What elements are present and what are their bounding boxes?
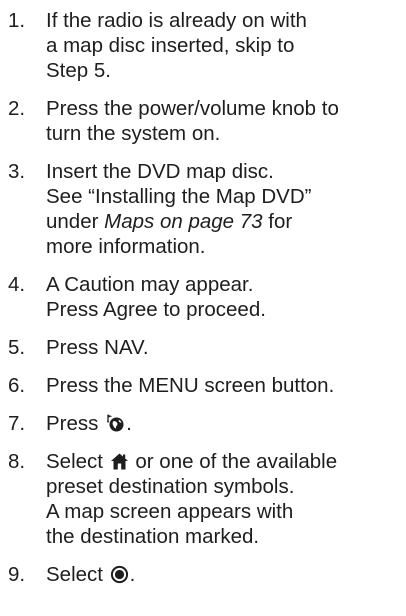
step-text-fragment: Select [46, 563, 109, 586]
step-text: If the radio is already on with a map di… [46, 8, 406, 83]
step-8: 8. Select or one of the available preset… [8, 449, 406, 549]
step-number: 1. [8, 9, 26, 32]
step-text-line: more information. [46, 235, 206, 258]
step-text-line: Press NAV. [46, 336, 149, 359]
step-text-line: preset destination symbols. [46, 475, 295, 498]
step-text-line: Press . [46, 411, 406, 436]
step-4: 4. A Caution may appear. Press Agree to … [8, 272, 406, 322]
home-icon [110, 452, 129, 471]
page-reference-link[interactable]: Maps on page 73 [104, 210, 262, 233]
step-number: 8. [8, 450, 26, 473]
step-text-fragment: . [129, 563, 136, 586]
step-text-line: Select . [46, 562, 406, 587]
step-text-line: Press the power/volume knob to [46, 97, 339, 120]
step-text-line: A map screen appears with [46, 500, 294, 523]
step-text: Select or one of the available preset de… [46, 449, 406, 549]
instruction-page: 1. If the radio is already on with a map… [0, 0, 406, 616]
step-number: 2. [8, 97, 26, 120]
step-number: 6. [8, 374, 26, 397]
step-text: A Caution may appear. Press Agree to pro… [46, 272, 406, 322]
step-text-fragment: Select [46, 450, 109, 473]
target-circle-icon [110, 565, 129, 584]
step-text-fragment: for [262, 210, 293, 233]
step-7: 7. Press . [8, 411, 406, 436]
step-text-fragment: or one of the available [129, 450, 338, 473]
step-text-line: Press Agree to proceed. [46, 298, 266, 321]
step-number: 4. [8, 273, 26, 296]
step-text: Select . [46, 562, 406, 587]
step-text-line: Press the MENU screen button. [46, 374, 335, 397]
step-1: 1. If the radio is already on with a map… [8, 8, 406, 83]
step-text: Press NAV. [46, 335, 406, 360]
step-number: 3. [8, 160, 26, 183]
step-text-fragment: under [46, 210, 105, 233]
step-number: 5. [8, 336, 26, 359]
step-text-line: Insert the DVD map disc. [46, 160, 274, 183]
step-text-line: turn the system on. [46, 122, 221, 145]
step-text-line: a map disc inserted, skip to [46, 34, 295, 57]
step-number: 9. [8, 563, 26, 586]
step-text-fragment: . [126, 412, 132, 435]
step-text: Press the MENU screen button. [46, 373, 406, 398]
step-text: Press . [46, 411, 406, 436]
step-text: Insert the DVD map disc. See “Installing… [46, 159, 406, 259]
steps-list: 1. If the radio is already on with a map… [8, 8, 406, 587]
step-3: 3. Insert the DVD map disc. See “Install… [8, 159, 406, 259]
step-text-line: A Caution may appear. [46, 273, 254, 296]
step-text-line: under Maps on page 73 for [46, 209, 406, 234]
step-text-line: Step 5. [46, 59, 111, 82]
step-5: 5. Press NAV. [8, 335, 406, 360]
step-9: 9. Select . [8, 562, 406, 587]
step-6: 6. Press the MENU screen button. [8, 373, 406, 398]
step-text-line: See “Installing the Map DVD” [46, 185, 312, 208]
step-number: 7. [8, 412, 26, 435]
destination-globe-icon [105, 413, 125, 433]
step-2: 2. Press the power/volume knob to turn t… [8, 96, 406, 146]
step-text-line: If the radio is already on with [46, 9, 307, 32]
step-text-fragment: Press [46, 412, 105, 435]
step-text: Press the power/volume knob to turn the … [46, 96, 406, 146]
step-text-line: the destination marked. [46, 525, 260, 548]
step-text-line: Select or one of the available [46, 449, 406, 474]
